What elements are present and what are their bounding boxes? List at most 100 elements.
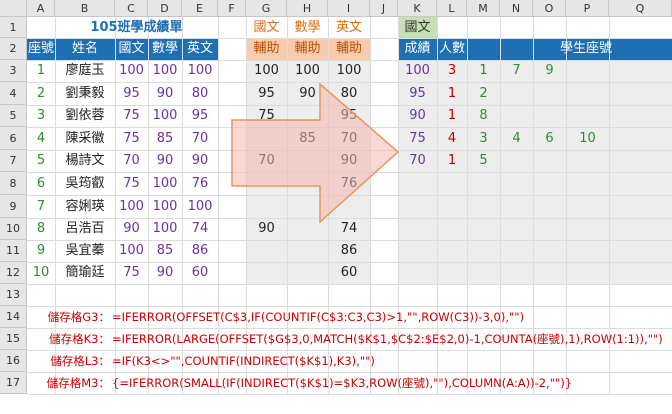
helper-math[interactable] <box>287 262 328 284</box>
column-label-c[interactable]: 國文 <box>115 38 148 60</box>
helper-english[interactable]: 76 <box>328 172 370 195</box>
seat-number[interactable]: 1 <box>27 60 55 82</box>
result-seat[interactable] <box>533 105 566 127</box>
helper-chinese[interactable] <box>246 240 287 262</box>
result-seat[interactable]: 6 <box>533 127 566 150</box>
helper-subject-label[interactable]: 國文 <box>246 17 287 38</box>
column-header-h[interactable]: H <box>287 0 328 17</box>
row-header-9[interactable]: 9 <box>0 195 27 218</box>
result-seat[interactable] <box>566 150 609 172</box>
column-header-b[interactable]: B <box>55 0 115 17</box>
result-seat[interactable] <box>566 60 609 82</box>
helper-math[interactable]: 100 <box>287 60 328 82</box>
helper-math[interactable] <box>287 105 328 127</box>
seat-number[interactable]: 2 <box>27 82 55 105</box>
helper-math[interactable] <box>287 218 328 240</box>
helper-chinese[interactable]: 70 <box>246 150 287 172</box>
row-header-1[interactable]: 1 <box>0 17 27 38</box>
row-header-5[interactable]: 5 <box>0 105 27 127</box>
score-chinese[interactable]: 75 <box>115 172 148 195</box>
helper-english[interactable]: 70 <box>328 127 370 150</box>
seat-number[interactable]: 3 <box>27 105 55 127</box>
score-chinese[interactable]: 95 <box>115 82 148 105</box>
column-header-l[interactable]: L <box>437 0 467 17</box>
column-header-d[interactable]: D <box>148 0 182 17</box>
score-chinese[interactable]: 75 <box>115 262 148 284</box>
student-name[interactable]: 容娳瑛 <box>55 195 115 218</box>
score-english[interactable]: 90 <box>182 150 218 172</box>
column-header-q[interactable]: Q <box>609 0 672 17</box>
result-score-label[interactable]: 成績 <box>398 38 437 60</box>
row-header-3[interactable]: 3 <box>0 60 27 82</box>
student-name[interactable]: 劉秉毅 <box>55 82 115 105</box>
helper-english[interactable]: 74 <box>328 218 370 240</box>
result-seat[interactable] <box>566 82 609 105</box>
score-math[interactable]: 85 <box>148 127 182 150</box>
score-math[interactable]: 90 <box>148 150 182 172</box>
result-score[interactable]: 70 <box>398 150 437 172</box>
helper-english[interactable]: 60 <box>328 262 370 284</box>
helper-math[interactable] <box>287 195 328 218</box>
column-header-a[interactable]: A <box>27 0 55 17</box>
result-score[interactable]: 90 <box>398 105 437 127</box>
score-math[interactable]: 100 <box>148 172 182 195</box>
score-math[interactable]: 90 <box>148 82 182 105</box>
student-name[interactable]: 簡瑜廷 <box>55 262 115 284</box>
result-seat[interactable]: 5 <box>467 150 500 172</box>
student-name[interactable]: 劉依蓉 <box>55 105 115 127</box>
score-chinese[interactable]: 100 <box>115 60 148 82</box>
row-header-15[interactable]: 15 <box>0 328 27 350</box>
seat-number[interactable]: 5 <box>27 150 55 172</box>
score-math[interactable]: 90 <box>148 262 182 284</box>
row-header-6[interactable]: 6 <box>0 127 27 150</box>
helper-math[interactable]: 90 <box>287 82 328 105</box>
helper-chinese[interactable]: 75 <box>246 105 287 127</box>
result-score[interactable]: 100 <box>398 60 437 82</box>
result-seat[interactable]: 4 <box>500 127 533 150</box>
score-chinese[interactable]: 75 <box>115 127 148 150</box>
helper-chinese[interactable]: 100 <box>246 60 287 82</box>
helper-label[interactable]: 輔助 <box>328 38 370 60</box>
result-score[interactable]: 95 <box>398 82 437 105</box>
result-seat[interactable]: 1 <box>467 60 500 82</box>
select-all-corner[interactable] <box>0 0 27 17</box>
helper-math[interactable] <box>287 240 328 262</box>
column-label-b[interactable]: 姓名 <box>55 38 115 60</box>
helper-chinese[interactable] <box>246 127 287 150</box>
student-name[interactable]: 廖庭玉 <box>55 60 115 82</box>
score-chinese[interactable]: 75 <box>115 105 148 127</box>
student-name[interactable]: 呂浩百 <box>55 218 115 240</box>
helper-subject-label[interactable]: 數學 <box>287 17 328 38</box>
row-header-10[interactable]: 10 <box>0 218 27 240</box>
helper-chinese[interactable]: 95 <box>246 82 287 105</box>
row-header-7[interactable]: 7 <box>0 150 27 172</box>
helper-label[interactable]: 輔助 <box>246 38 287 60</box>
subject-selector-cell[interactable]: 國文 <box>398 17 437 38</box>
result-count-label[interactable]: 人數 <box>437 38 467 60</box>
row-header-14[interactable]: 14 <box>0 306 27 328</box>
result-seat[interactable] <box>533 82 566 105</box>
result-seat[interactable]: 7 <box>500 60 533 82</box>
score-chinese[interactable]: 100 <box>115 195 148 218</box>
column-header-o[interactable]: O <box>533 0 566 17</box>
result-count[interactable]: 1 <box>437 82 467 105</box>
score-english[interactable]: 95 <box>182 105 218 127</box>
score-math[interactable]: 100 <box>148 60 182 82</box>
result-count[interactable]: 4 <box>437 127 467 150</box>
helper-english[interactable]: 80 <box>328 82 370 105</box>
result-seat[interactable] <box>566 105 609 127</box>
helper-chinese[interactable]: 90 <box>246 218 287 240</box>
row-header-2[interactable]: 2 <box>0 38 27 60</box>
result-seat[interactable]: 2 <box>467 82 500 105</box>
student-name[interactable]: 陳采徽 <box>55 127 115 150</box>
score-chinese[interactable]: 100 <box>115 240 148 262</box>
result-seat[interactable]: 3 <box>467 127 500 150</box>
row-header-8[interactable]: 8 <box>0 172 27 195</box>
row-header-4[interactable]: 4 <box>0 82 27 105</box>
seat-number[interactable]: 10 <box>27 262 55 284</box>
column-header-i[interactable]: I <box>328 0 370 17</box>
seat-number[interactable]: 6 <box>27 172 55 195</box>
score-math[interactable]: 100 <box>148 218 182 240</box>
column-header-j[interactable]: J <box>370 0 398 17</box>
result-seat[interactable]: 10 <box>566 127 609 150</box>
